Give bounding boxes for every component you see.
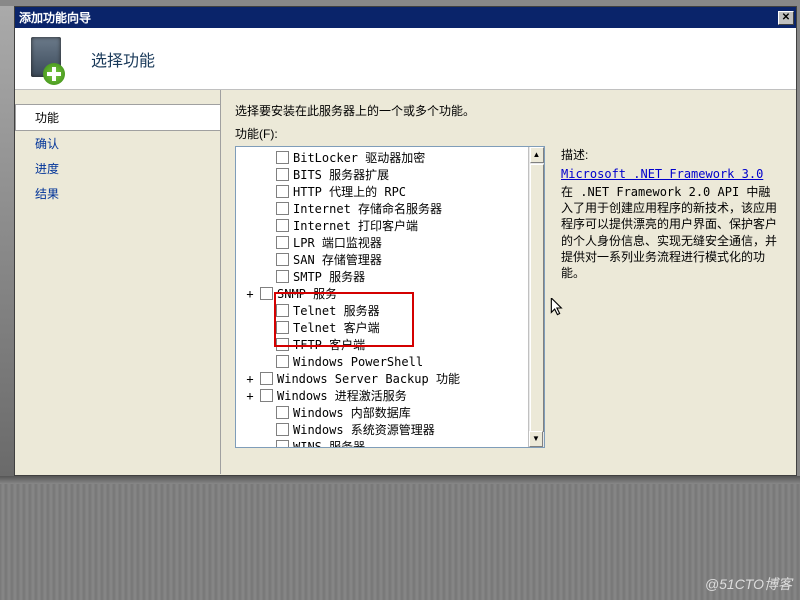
description-text: 在 .NET Framework 2.0 API 中融入了用于创建应用程序的新技…	[561, 184, 780, 281]
feature-item[interactable]: LPR 端口监视器	[236, 234, 528, 251]
feature-checkbox[interactable]	[276, 440, 289, 447]
scrollbar[interactable]: ▲ ▼	[528, 147, 544, 447]
feature-label: Windows Server Backup 功能	[277, 370, 460, 387]
sidebar-item-features[interactable]: 功能	[15, 104, 221, 131]
feature-checkbox[interactable]	[260, 372, 273, 385]
feature-item[interactable]: WINS 服务器	[236, 438, 528, 447]
feature-label: BITS 服务器扩展	[293, 166, 389, 183]
feature-item[interactable]: Windows 系统资源管理器	[236, 421, 528, 438]
feature-item[interactable]: SMTP 服务器	[236, 268, 528, 285]
feature-checkbox[interactable]	[276, 338, 289, 351]
feature-item[interactable]: BitLocker 驱动器加密	[236, 149, 528, 166]
features-listbox[interactable]: BitLocker 驱动器加密BITS 服务器扩展HTTP 代理上的 RPCIn…	[235, 146, 545, 448]
description-heading: 描述:	[561, 146, 780, 163]
wizard-steps-sidebar: 功能 确认 进度 结果	[15, 90, 220, 474]
feature-checkbox[interactable]	[276, 219, 289, 232]
feature-item[interactable]: + Windows 进程激活服务	[236, 387, 528, 404]
feature-item[interactable]: Internet 存储命名服务器	[236, 200, 528, 217]
feature-label: LPR 端口监视器	[293, 234, 382, 251]
feature-item[interactable]: + SNMP 服务	[236, 285, 528, 302]
feature-checkbox[interactable]	[260, 287, 273, 300]
watermark: @51CTO博客	[705, 574, 792, 594]
close-icon[interactable]: ✕	[778, 11, 794, 25]
feature-label: Telnet 客户端	[293, 319, 380, 336]
server-add-icon	[25, 35, 73, 83]
scroll-thumb[interactable]	[530, 164, 544, 432]
feature-item[interactable]: Telnet 客户端	[236, 319, 528, 336]
wizard-window: 添加功能向导 ✕ 选择功能 功能 确认 进度 结果 选择要安装在此服务器上的一个…	[14, 6, 797, 476]
feature-checkbox[interactable]	[276, 270, 289, 283]
wizard-header: 选择功能	[15, 28, 796, 90]
feature-checkbox[interactable]	[276, 151, 289, 164]
feature-label: TFTP 客户端	[293, 336, 365, 353]
expand-icon[interactable]: +	[242, 372, 258, 386]
feature-label: Internet 存储命名服务器	[293, 200, 442, 217]
feature-item[interactable]: + Windows Server Backup 功能	[236, 370, 528, 387]
scroll-up-icon[interactable]: ▲	[530, 147, 544, 163]
feature-label: Windows 内部数据库	[293, 404, 411, 421]
feature-item[interactable]: Telnet 服务器	[236, 302, 528, 319]
feature-label: HTTP 代理上的 RPC	[293, 183, 406, 200]
sidebar-item-confirm[interactable]: 确认	[15, 131, 220, 156]
feature-checkbox[interactable]	[276, 236, 289, 249]
feature-label: SAN 存储管理器	[293, 251, 382, 268]
feature-checkbox[interactable]	[276, 321, 289, 334]
expand-icon[interactable]: +	[242, 389, 258, 403]
feature-checkbox[interactable]	[276, 406, 289, 419]
feature-item[interactable]: Windows 内部数据库	[236, 404, 528, 421]
features-label: 功能(F):	[235, 125, 786, 142]
feature-label: WINS 服务器	[293, 438, 365, 447]
feature-item[interactable]: Windows PowerShell	[236, 353, 528, 370]
feature-checkbox[interactable]	[276, 168, 289, 181]
feature-item[interactable]: HTTP 代理上的 RPC	[236, 183, 528, 200]
feature-label: Telnet 服务器	[293, 302, 380, 319]
feature-label: SNMP 服务	[277, 285, 337, 302]
feature-label: Windows PowerShell	[293, 355, 423, 369]
sidebar-item-results[interactable]: 结果	[15, 181, 220, 206]
feature-item[interactable]: BITS 服务器扩展	[236, 166, 528, 183]
expand-icon[interactable]: +	[242, 287, 258, 301]
feature-label: BitLocker 驱动器加密	[293, 149, 425, 166]
scroll-down-icon[interactable]: ▼	[529, 431, 543, 447]
feature-item[interactable]: SAN 存储管理器	[236, 251, 528, 268]
page-title: 选择功能	[91, 47, 155, 71]
feature-checkbox[interactable]	[276, 304, 289, 317]
feature-label: SMTP 服务器	[293, 268, 365, 285]
titlebar: 添加功能向导 ✕	[15, 7, 796, 28]
feature-item[interactable]: Internet 打印客户端	[236, 217, 528, 234]
feature-checkbox[interactable]	[276, 355, 289, 368]
feature-label: Windows 进程激活服务	[277, 387, 407, 404]
feature-checkbox[interactable]	[276, 185, 289, 198]
feature-label: Internet 打印客户端	[293, 217, 418, 234]
feature-checkbox[interactable]	[276, 423, 289, 436]
feature-checkbox[interactable]	[260, 389, 273, 402]
feature-label: Windows 系统资源管理器	[293, 421, 435, 438]
description-panel: 描述: Microsoft .NET Framework 3.0 在 .NET …	[555, 146, 786, 474]
description-link[interactable]: Microsoft .NET Framework 3.0	[561, 167, 763, 181]
feature-checkbox[interactable]	[276, 253, 289, 266]
window-title: 添加功能向导	[19, 9, 778, 26]
feature-checkbox[interactable]	[276, 202, 289, 215]
sidebar-item-progress[interactable]: 进度	[15, 156, 220, 181]
feature-item[interactable]: TFTP 客户端	[236, 336, 528, 353]
instruction-text: 选择要安装在此服务器上的一个或多个功能。	[235, 102, 786, 119]
mouse-cursor-icon	[550, 298, 566, 318]
